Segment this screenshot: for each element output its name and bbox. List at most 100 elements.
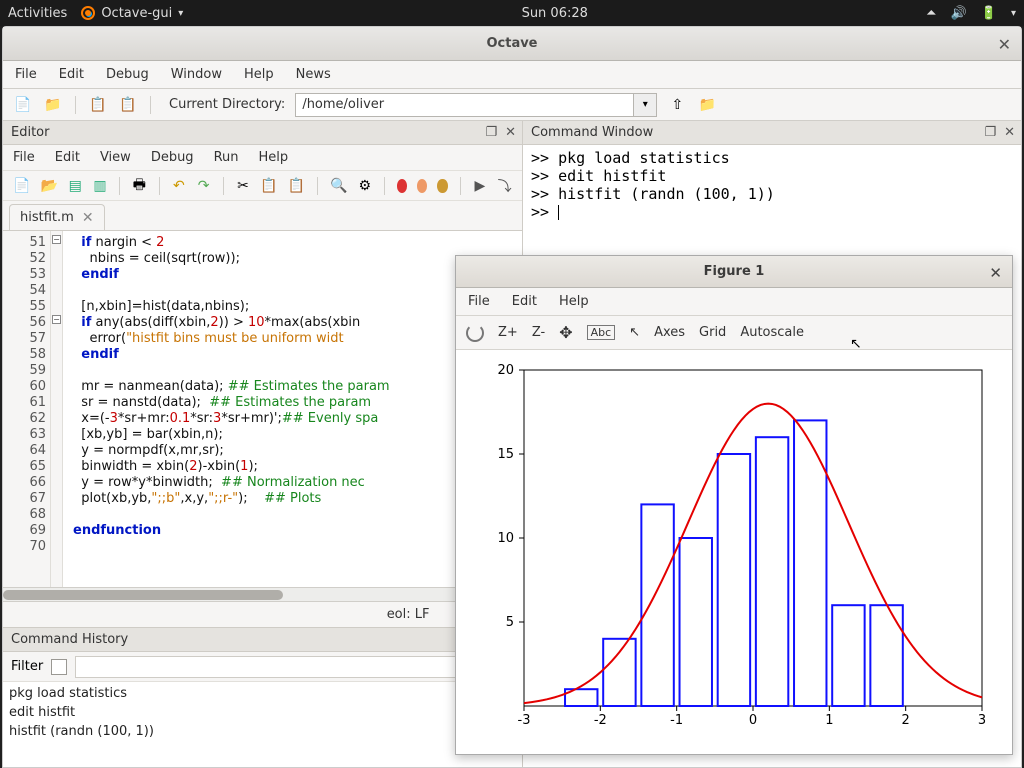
- step-in-icon[interactable]: ⤵: [497, 176, 512, 196]
- autoscale-button[interactable]: Autoscale: [740, 325, 804, 340]
- history-item[interactable]: pkg load statistics: [9, 684, 516, 703]
- undock2-icon[interactable]: ❐: [984, 125, 996, 140]
- copy-icon[interactable]: 📋: [88, 95, 108, 115]
- figure-toolbar: Z+ Z- ✥ Abc ↖ Axes Grid Autoscale: [456, 316, 1012, 350]
- main-toolbar: 📄 📁 📋 📋 Current Directory: ▾ ⇧ 📁: [3, 89, 1021, 121]
- activities-button[interactable]: Activities: [8, 6, 67, 21]
- copy2-icon[interactable]: 📋: [260, 176, 277, 196]
- close-panel-icon[interactable]: ✕: [505, 125, 516, 140]
- history-item[interactable]: histfit (randn (100, 1)): [9, 722, 516, 741]
- new-script-icon[interactable]: 📄: [13, 95, 33, 115]
- history-list[interactable]: pkg load statisticsedit histfithistfit (…: [3, 682, 522, 767]
- editor-menu-view[interactable]: View: [100, 150, 131, 165]
- figure-window[interactable]: Figure 1 ✕ File Edit Help Z+ Z- ✥ Abc ↖ Ax…: [455, 255, 1013, 755]
- rotate-icon[interactable]: [466, 324, 484, 342]
- close-panel2-icon[interactable]: ✕: [1004, 125, 1015, 140]
- history-item[interactable]: edit histfit: [9, 703, 516, 722]
- editor-h-scrollbar[interactable]: [3, 587, 522, 601]
- text-tool-button[interactable]: Abc: [587, 325, 616, 340]
- editor-tab-histfit[interactable]: histfit.m ✕: [9, 204, 105, 230]
- find-icon[interactable]: 🔍: [330, 176, 347, 196]
- editor-menu-debug[interactable]: Debug: [151, 150, 194, 165]
- history-filter-label: Filter: [11, 659, 43, 674]
- svg-text:15: 15: [497, 447, 514, 462]
- clock[interactable]: Sun 06:28: [522, 6, 588, 21]
- figure-plot-area[interactable]: -3-2-101235101520: [456, 350, 1012, 754]
- code-text[interactable]: if nargin < 2 nbins = ceil(sqrt(row)); e…: [63, 231, 522, 587]
- cut-icon[interactable]: ✂: [236, 176, 251, 196]
- paste-icon[interactable]: 📋: [118, 95, 138, 115]
- close-icon[interactable]: ✕: [998, 35, 1011, 54]
- breakpoint3-icon[interactable]: [437, 179, 447, 193]
- save-all-icon[interactable]: ▥: [93, 176, 108, 196]
- editor-panel-title: Editor ❐ ✕: [3, 121, 522, 145]
- figure-menu-edit[interactable]: Edit: [512, 294, 537, 309]
- find-files-icon[interactable]: ⚙: [357, 176, 372, 196]
- octave-icon: [81, 6, 95, 20]
- select-tool-icon[interactable]: ↖: [629, 325, 640, 340]
- breakpoint-icon[interactable]: [397, 179, 407, 193]
- network-icon[interactable]: ⏶: [926, 6, 936, 21]
- print-icon[interactable]: 🖶: [132, 176, 147, 196]
- volume-icon[interactable]: 🔊: [951, 6, 967, 21]
- editor-menu-file[interactable]: File: [13, 150, 35, 165]
- pan-icon[interactable]: ✥: [559, 323, 572, 342]
- breakpoint2-icon[interactable]: [417, 179, 427, 193]
- window-titlebar[interactable]: Octave ✕: [3, 27, 1021, 61]
- undock-icon[interactable]: ❐: [485, 125, 497, 140]
- dir-up-icon[interactable]: ⇧: [667, 95, 687, 115]
- fold-marker[interactable]: −: [52, 315, 61, 324]
- current-directory-combo[interactable]: ▾: [295, 93, 657, 117]
- menu-debug[interactable]: Debug: [104, 65, 151, 84]
- app-menu[interactable]: Octave-gui ▾: [81, 6, 183, 21]
- svg-text:0: 0: [749, 713, 757, 728]
- step-over-icon[interactable]: ▶: [473, 176, 488, 196]
- editor-tab-label: histfit.m: [20, 210, 74, 225]
- figure-titlebar[interactable]: Figure 1 ✕: [456, 256, 1012, 288]
- line-number-gutter: 51 52 53 54 55 56 57 58 59 60 61 62 63 6…: [3, 231, 51, 587]
- axes-button[interactable]: Axes: [654, 325, 685, 340]
- fold-column: −−: [51, 231, 63, 587]
- code-editor[interactable]: 51 52 53 54 55 56 57 58 59 60 61 62 63 6…: [3, 231, 522, 587]
- current-directory-input[interactable]: [295, 93, 633, 117]
- zoom-out-button[interactable]: Z-: [532, 325, 545, 340]
- open-file-icon[interactable]: 📂: [40, 176, 57, 196]
- editor-menu-help[interactable]: Help: [259, 150, 289, 165]
- new-file-icon[interactable]: 📄: [13, 176, 30, 196]
- menu-file[interactable]: File: [13, 65, 39, 84]
- history-filter-checkbox[interactable]: [51, 659, 67, 675]
- zoom-in-button[interactable]: Z+: [498, 325, 518, 340]
- svg-text:-2: -2: [594, 713, 607, 728]
- history-panel-title: Command History: [3, 628, 522, 652]
- save-icon[interactable]: ▤: [68, 176, 83, 196]
- current-directory-dropdown-icon[interactable]: ▾: [633, 93, 657, 117]
- svg-text:1: 1: [825, 713, 833, 728]
- open-folder-icon[interactable]: 📁: [43, 95, 63, 115]
- figure-menu-file[interactable]: File: [468, 294, 490, 309]
- undo-icon[interactable]: ↶: [172, 176, 187, 196]
- system-menu-chevron-icon[interactable]: ▾: [1011, 8, 1016, 19]
- chevron-down-icon: ▾: [178, 8, 183, 19]
- redo-icon[interactable]: ↷: [196, 176, 211, 196]
- fold-marker[interactable]: −: [52, 235, 61, 244]
- menu-window[interactable]: Window: [169, 65, 224, 84]
- menu-help[interactable]: Help: [242, 65, 276, 84]
- close-tab-icon[interactable]: ✕: [82, 210, 94, 226]
- figure-menu-help[interactable]: Help: [559, 294, 589, 309]
- battery-icon[interactable]: 🔋: [981, 6, 997, 21]
- menu-news[interactable]: News: [294, 65, 333, 84]
- history-filter-input[interactable]: [75, 656, 514, 678]
- editor-panel-title-label: Editor: [11, 125, 49, 140]
- gnome-top-bar: Activities Octave-gui ▾ Sun 06:28 ⏶ 🔊 🔋 …: [0, 0, 1024, 26]
- browse-folder-icon[interactable]: 📁: [697, 95, 717, 115]
- menu-edit[interactable]: Edit: [57, 65, 86, 84]
- command-window-panel-title-label: Command Window: [531, 125, 653, 140]
- svg-text:-3: -3: [518, 713, 531, 728]
- editor-menu-run[interactable]: Run: [214, 150, 239, 165]
- figure-close-icon[interactable]: ✕: [989, 264, 1002, 282]
- grid-button[interactable]: Grid: [699, 325, 726, 340]
- svg-text:20: 20: [497, 363, 514, 378]
- editor-menu-edit[interactable]: Edit: [55, 150, 80, 165]
- window-title: Octave: [486, 36, 537, 51]
- paste2-icon[interactable]: 📋: [288, 176, 305, 196]
